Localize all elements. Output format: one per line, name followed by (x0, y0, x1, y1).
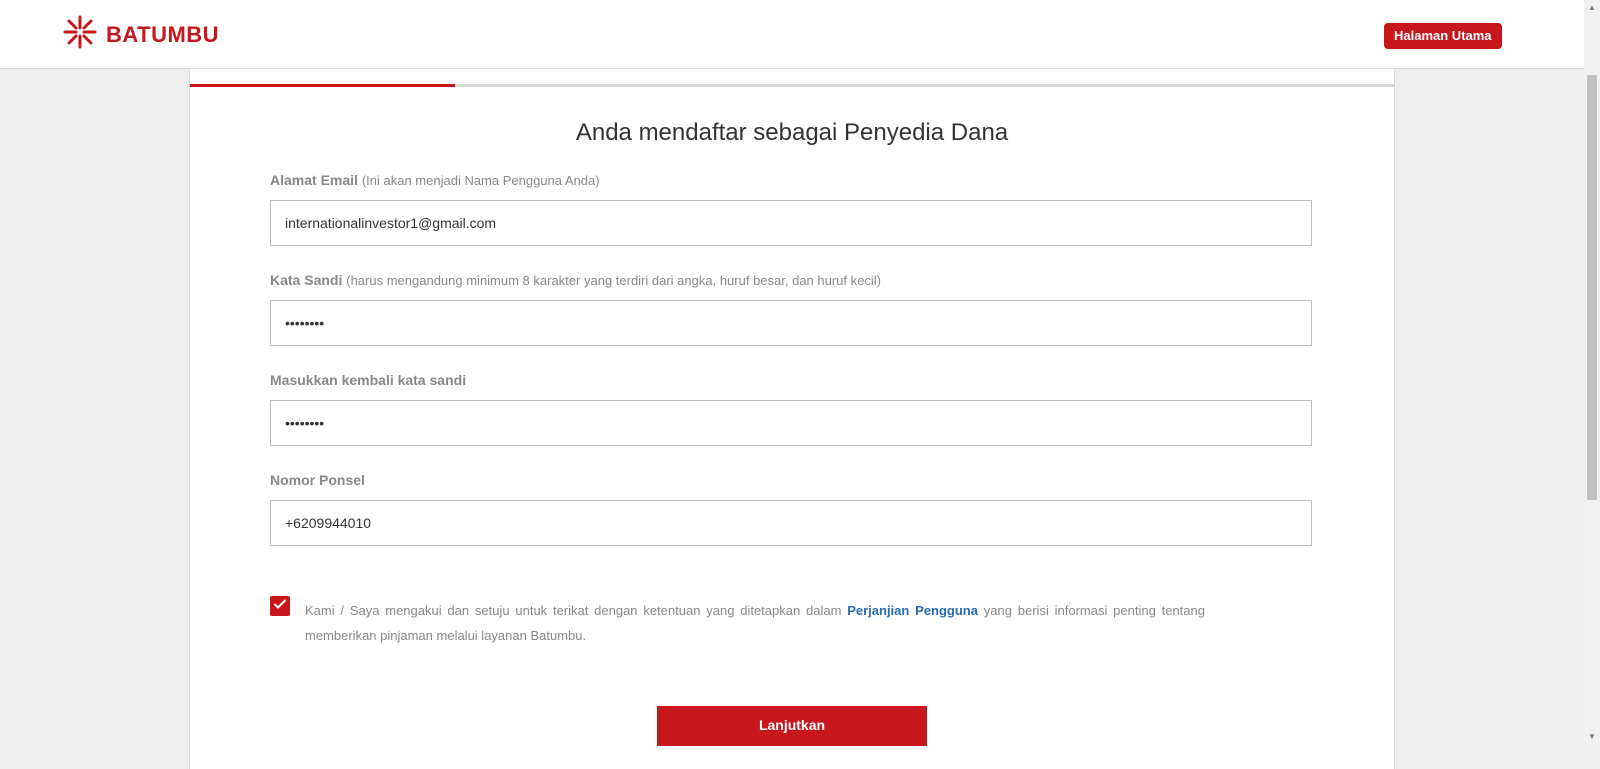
password-label: Kata Sandi (harus mengandung minimum 8 k… (270, 272, 881, 288)
registration-card: Anda mendaftar sebagai Penyedia Dana Ala… (189, 69, 1395, 769)
scroll-down-icon[interactable]: ▼ (1584, 729, 1600, 745)
continue-button[interactable]: Lanjutkan (657, 706, 927, 746)
confirm-password-field[interactable]: •••••••• (270, 400, 1312, 446)
password-label-text: Kata Sandi (270, 272, 343, 288)
password-hint: (harus mengandung minimum 8 karakter yan… (346, 273, 881, 288)
home-button[interactable]: Halaman Utama (1384, 23, 1502, 49)
phone-label: Nomor Ponsel (270, 472, 365, 488)
top-header: BATUMBU Halaman Utama (0, 0, 1584, 69)
email-label: Alamat Email (Ini akan menjadi Nama Peng… (270, 172, 600, 188)
batumbu-logo-icon (62, 14, 98, 55)
phone-field[interactable]: +6209944010 (270, 500, 1312, 546)
scrollbar[interactable]: ▲ ▼ (1584, 0, 1600, 745)
checkmark-icon (273, 597, 287, 615)
agreement-text-before: Kami / Saya mengakui dan setuju untuk te… (305, 603, 842, 618)
page-title: Anda mendaftar sebagai Penyedia Dana (575, 119, 1009, 146)
email-label-text: Alamat Email (270, 172, 358, 188)
password-field[interactable]: •••••••• (270, 300, 1312, 346)
progress-bar (190, 84, 1394, 87)
email-field[interactable]: internationalinvestor1@gmail.com (270, 200, 1312, 246)
user-agreement-link[interactable]: Perjanjian Pengguna (847, 603, 978, 618)
agreement-checkbox[interactable] (270, 596, 290, 616)
scroll-thumb[interactable] (1587, 75, 1597, 500)
email-hint: (Ini akan menjadi Nama Pengguna Anda) (361, 173, 600, 188)
progress-fill (190, 84, 455, 87)
brand-logo[interactable]: BATUMBU (62, 14, 219, 55)
scroll-up-icon[interactable]: ▲ (1584, 0, 1600, 16)
confirm-password-label: Masukkan kembali kata sandi (270, 372, 467, 388)
agreement-text: Kami / Saya mengakui dan setuju untuk te… (305, 598, 1205, 648)
brand-name: BATUMBU (106, 21, 220, 47)
